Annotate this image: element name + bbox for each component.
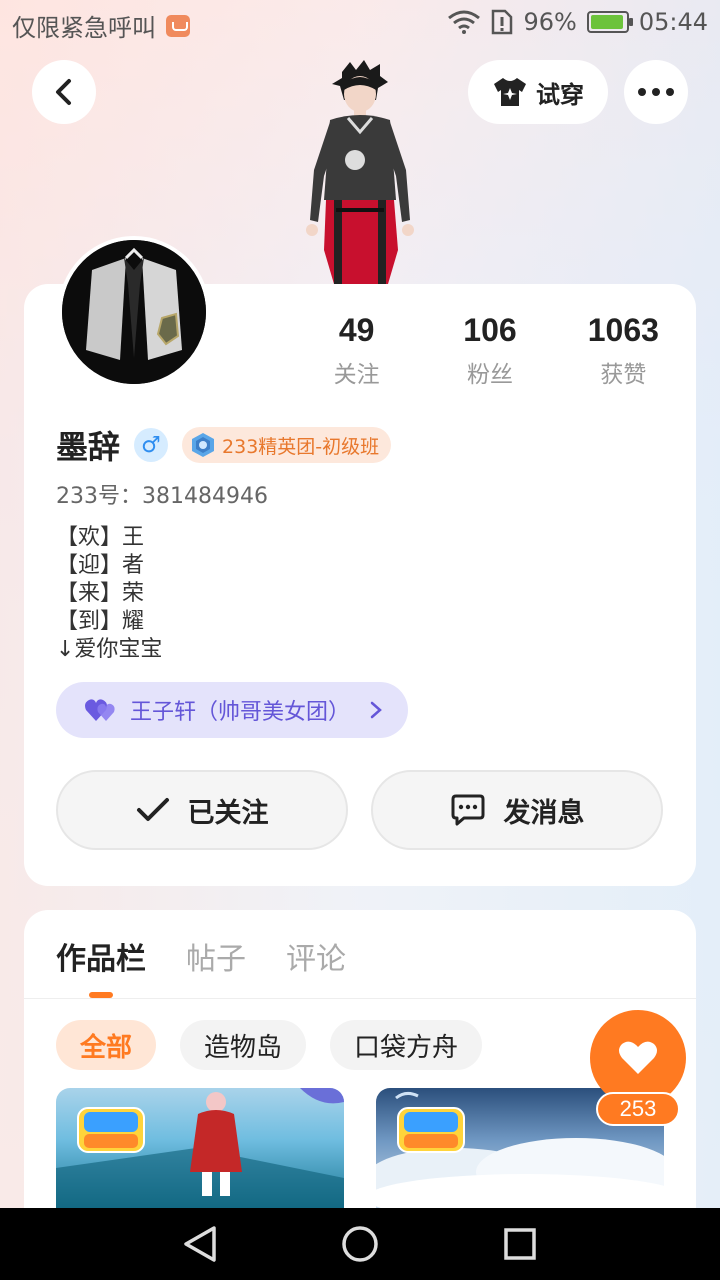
try-on-button[interactable]: 试穿: [468, 60, 608, 124]
chevron-left-icon: [56, 79, 71, 105]
try-on-label: 试穿: [536, 80, 584, 109]
tab-comments[interactable]: 评论: [286, 934, 346, 978]
square-recents-icon: [504, 1228, 536, 1260]
following-label: 关注: [333, 362, 380, 388]
battery-icon: [586, 11, 633, 33]
works-tabs: 作品栏 帖子 评论: [56, 934, 346, 978]
filter-row: 全部 造物岛 口袋方舟: [56, 1020, 483, 1070]
back-button[interactable]: [32, 60, 96, 124]
bio: 【欢】王 【迎】者 【来】荣 【到】耀 ↓爱你宝宝: [56, 524, 162, 664]
bio-line: ↓爱你宝宝: [56, 637, 163, 662]
nav-home-button[interactable]: [340, 1224, 380, 1264]
stat-likes[interactable]: 1063 获赞: [557, 312, 690, 389]
follow-label: 已关注: [187, 797, 269, 829]
user-name: 墨辞: [56, 428, 121, 466]
avatar[interactable]: [58, 236, 210, 388]
carrier-text: 仅限紧急呼叫: [12, 14, 156, 42]
fans-count: 106: [463, 312, 517, 348]
filter-all[interactable]: 全部: [56, 1020, 157, 1070]
group-label: 王子轩（帅哥美女团）: [130, 700, 351, 725]
sim-alert-icon: [492, 9, 513, 35]
filter-creation-island[interactable]: 造物岛: [180, 1020, 307, 1070]
wifi-icon: [448, 10, 481, 34]
battery-fill: [590, 15, 624, 29]
nav-back-button[interactable]: [180, 1224, 220, 1264]
like-count: 253: [596, 1092, 680, 1126]
male-icon: ♂: [134, 428, 169, 462]
system-nav-bar: [0, 1208, 720, 1280]
notification-icon: [166, 14, 190, 37]
filter-pocket-ark[interactable]: 口袋方舟: [330, 1020, 483, 1070]
rank-badge[interactable]: 233精英团-初级班: [182, 427, 392, 463]
triangle-back-icon: [184, 1226, 216, 1262]
bio-line: 【欢】王: [56, 525, 145, 550]
character-figure: [306, 60, 414, 284]
nav-recents-button[interactable]: [500, 1224, 540, 1264]
following-count: 49: [338, 312, 375, 348]
status-time: 05:44: [638, 8, 708, 36]
badge-label: 233精英团-初级班: [222, 435, 380, 458]
likes-count: 1063: [587, 312, 659, 348]
message-label: 发消息: [503, 797, 585, 829]
stats-row: 49 关注 106 粉丝 1063 获赞: [290, 312, 690, 389]
chat-icon: [451, 794, 484, 826]
more-dots-icon: [638, 88, 674, 96]
user-id: 233号：381484946: [56, 484, 268, 509]
group-chip[interactable]: 王子轩（帅哥美女团）: [56, 682, 408, 738]
creation-island-logo: [397, 1107, 465, 1153]
avatar-character[interactable]: [300, 60, 420, 284]
more-button[interactable]: [624, 60, 688, 124]
stat-following[interactable]: 49 关注: [290, 312, 423, 389]
bio-line: 【到】耀: [56, 609, 145, 634]
avatar-image: [62, 240, 206, 384]
badge-icon: [192, 433, 215, 457]
check-icon: [136, 798, 169, 821]
likes-label: 获赞: [600, 362, 647, 388]
work-thumbnail[interactable]: [56, 1088, 344, 1218]
tab-posts[interactable]: 帖子: [186, 934, 246, 978]
heart-pair-icon: [85, 699, 115, 721]
follow-button[interactable]: 已关注: [56, 770, 348, 850]
bio-line: 【迎】者: [56, 553, 145, 578]
tshirt-icon: [494, 78, 526, 106]
tabs-divider: [24, 998, 696, 999]
fans-label: 粉丝: [466, 362, 513, 388]
chevron-right-icon: [370, 701, 382, 719]
heart-icon: [619, 1041, 657, 1074]
tab-works[interactable]: 作品栏: [56, 934, 146, 978]
bio-line: 【来】荣: [56, 581, 145, 606]
battery-percent: 96%: [523, 8, 577, 36]
circle-home-icon: [342, 1226, 378, 1262]
name-row: 墨辞 ♂ 233精英团-初级班: [56, 422, 392, 468]
work-scene: [56, 1088, 344, 1218]
status-bar: 仅限紧急呼叫 96% 05:44: [0, 0, 720, 48]
stat-fans[interactable]: 106 粉丝: [423, 312, 556, 389]
message-button[interactable]: 发消息: [371, 770, 663, 850]
